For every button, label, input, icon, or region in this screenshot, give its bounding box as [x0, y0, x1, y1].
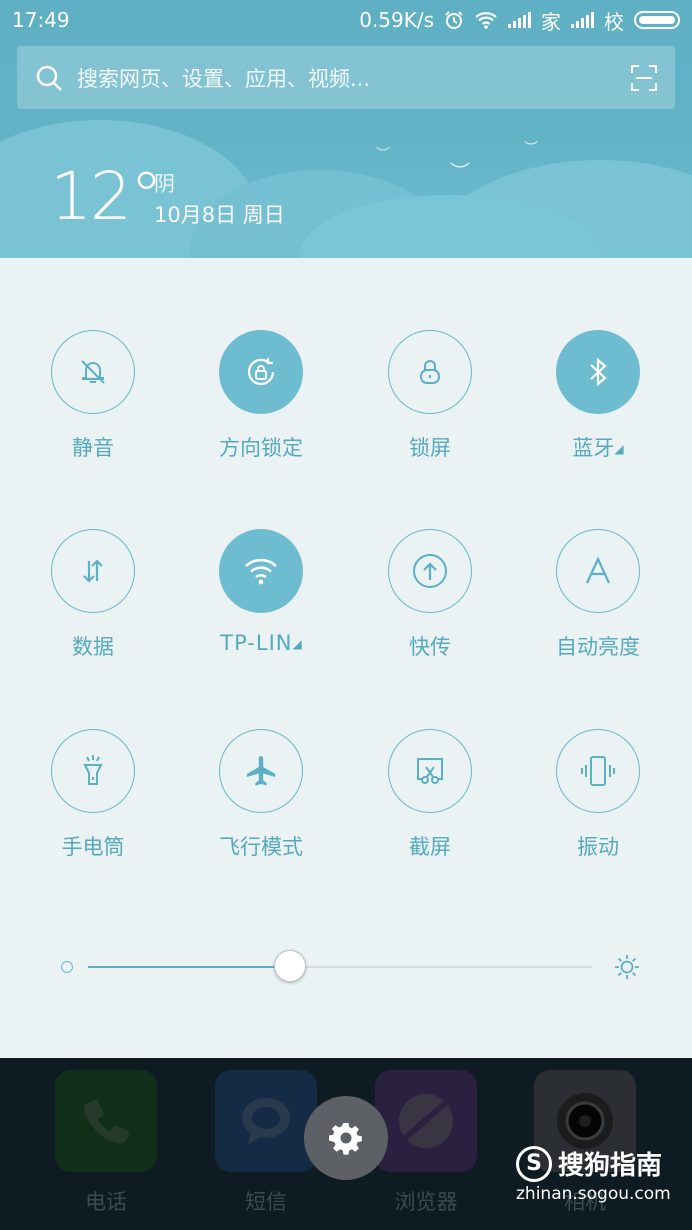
- wifi-icon: [245, 558, 277, 585]
- carrier-2: 校: [604, 9, 624, 34]
- tile-circle[interactable]: [388, 330, 472, 414]
- data-arrows-icon: [83, 559, 103, 583]
- tile-circle[interactable]: [556, 729, 640, 813]
- app-browser[interactable]: [375, 1070, 477, 1172]
- search-placeholder[interactable]: 搜索网页、设置、应用、视频...: [77, 63, 631, 93]
- brightness-slider[interactable]: [60, 950, 640, 986]
- brightness-thumb[interactable]: [274, 950, 306, 982]
- signal-icon: [571, 12, 594, 28]
- watermark: S 搜狗指南 zhinan.sogou.com: [516, 1145, 671, 1204]
- weather-condition: 阴: [154, 172, 175, 196]
- tile-circle[interactable]: [51, 529, 135, 613]
- tile-label: 数据: [72, 635, 114, 659]
- phone-icon: [84, 1099, 130, 1144]
- sogou-logo-icon: S: [516, 1145, 552, 1182]
- vibrate-icon: [581, 756, 615, 786]
- app-label: 短信: [245, 1190, 287, 1214]
- tile-label: TP-LIN◢: [220, 631, 302, 655]
- tile-label: 飞行模式: [219, 835, 303, 859]
- tile-label: 静音: [72, 436, 114, 460]
- lock-icon: [420, 360, 440, 384]
- wifi-status-icon: [475, 12, 497, 29]
- tile-circle[interactable]: [219, 529, 303, 613]
- app-label: 电话: [85, 1190, 127, 1214]
- battery-icon: [634, 11, 680, 29]
- brightness-high-icon: [615, 955, 639, 979]
- brightness-low-icon: [61, 961, 73, 973]
- bird-icon: ︶: [376, 147, 390, 163]
- tile-silent[interactable]: 静音: [33, 330, 153, 462]
- search-icon: [36, 65, 62, 91]
- tile-label: 振动: [577, 835, 619, 859]
- tile-label: 蓝牙◢: [572, 436, 624, 460]
- carrier-1: 家: [541, 9, 561, 34]
- tile-circle[interactable]: [556, 330, 640, 414]
- tile-label: 快传: [409, 635, 451, 659]
- tile-airplane-mode[interactable]: 飞行模式: [201, 729, 321, 861]
- tile-wifi[interactable]: TP-LIN◢: [201, 529, 321, 655]
- tile-bluetooth[interactable]: 蓝牙◢: [538, 330, 658, 462]
- tile-flashlight[interactable]: 手电筒: [33, 729, 153, 861]
- signal-icon: [508, 12, 531, 28]
- brightness-fill: [88, 966, 290, 968]
- app-label: 浏览器: [394, 1190, 458, 1214]
- tile-auto-brightness[interactable]: 自动亮度: [538, 529, 658, 661]
- tile-mobile-data[interactable]: 数据: [33, 529, 153, 661]
- tile-circle[interactable]: [556, 529, 640, 613]
- tile-label: 截屏: [409, 835, 451, 859]
- search-bar[interactable]: 搜索网页、设置、应用、视频...: [17, 46, 675, 109]
- tile-vibrate[interactable]: 振动: [538, 729, 658, 861]
- quick-settings-panel: 静音 方向锁定 锁屏 蓝牙◢ 数据 TP-LIN◢ 快传 自动亮度 手电筒 飞行…: [0, 258, 692, 1058]
- tile-circle[interactable]: [219, 330, 303, 414]
- auto-brightness-icon: [586, 556, 610, 584]
- temperature: 12°: [50, 158, 163, 235]
- message-icon: [242, 1098, 290, 1145]
- tile-circle[interactable]: [388, 529, 472, 613]
- browser-icon: [399, 1094, 453, 1148]
- net-speed: 0.59K/s: [359, 8, 434, 32]
- weather-date: 10月8日 周日: [154, 203, 285, 227]
- watermark-brand: 搜狗指南: [558, 1151, 663, 1181]
- alarm-icon: [445, 11, 463, 29]
- scan-icon[interactable]: [631, 64, 657, 91]
- tile-circle[interactable]: [388, 729, 472, 813]
- screenshot-icon: [417, 758, 443, 784]
- app-phone[interactable]: [55, 1070, 157, 1172]
- expand-icon[interactable]: ◢: [292, 637, 301, 651]
- status-bar: 17:49 0.59K/s 家 校: [0, 0, 692, 40]
- bird-icon: ︶: [524, 141, 538, 157]
- tile-quick-transfer[interactable]: 快传: [370, 529, 490, 661]
- airplane-icon: [246, 756, 276, 786]
- app-messages[interactable]: [215, 1070, 317, 1172]
- tile-label: 锁屏: [409, 436, 451, 460]
- tile-circle[interactable]: [51, 330, 135, 414]
- bluetooth-icon: [590, 357, 607, 387]
- gear-icon: [329, 1123, 362, 1155]
- bird-icon: ︶: [450, 160, 470, 184]
- bell-off-icon: [81, 360, 105, 384]
- tile-label: 手电筒: [61, 835, 125, 859]
- weather-header: ︶ ︶ ︶ 17:49 0.59K/s 家 校 搜索网页、设置、应用、视频...…: [0, 0, 692, 258]
- tile-label: 自动亮度: [556, 635, 640, 659]
- brightness-track[interactable]: [88, 950, 592, 982]
- tile-lock-screen[interactable]: 锁屏: [370, 330, 490, 462]
- tile-label: 方向锁定: [219, 436, 303, 460]
- status-time: 17:49: [12, 8, 70, 32]
- settings-button[interactable]: [304, 1096, 388, 1180]
- upload-icon: [413, 554, 447, 588]
- watermark-url: zhinan.sogou.com: [516, 1184, 671, 1204]
- rotation-lock-icon: [247, 358, 275, 386]
- flashlight-icon: [83, 755, 103, 785]
- expand-icon[interactable]: ◢: [614, 442, 623, 456]
- tile-circle[interactable]: [51, 729, 135, 813]
- tile-circle[interactable]: [219, 729, 303, 813]
- tile-rotation-lock[interactable]: 方向锁定: [201, 330, 321, 462]
- tile-screenshot[interactable]: 截屏: [370, 729, 490, 861]
